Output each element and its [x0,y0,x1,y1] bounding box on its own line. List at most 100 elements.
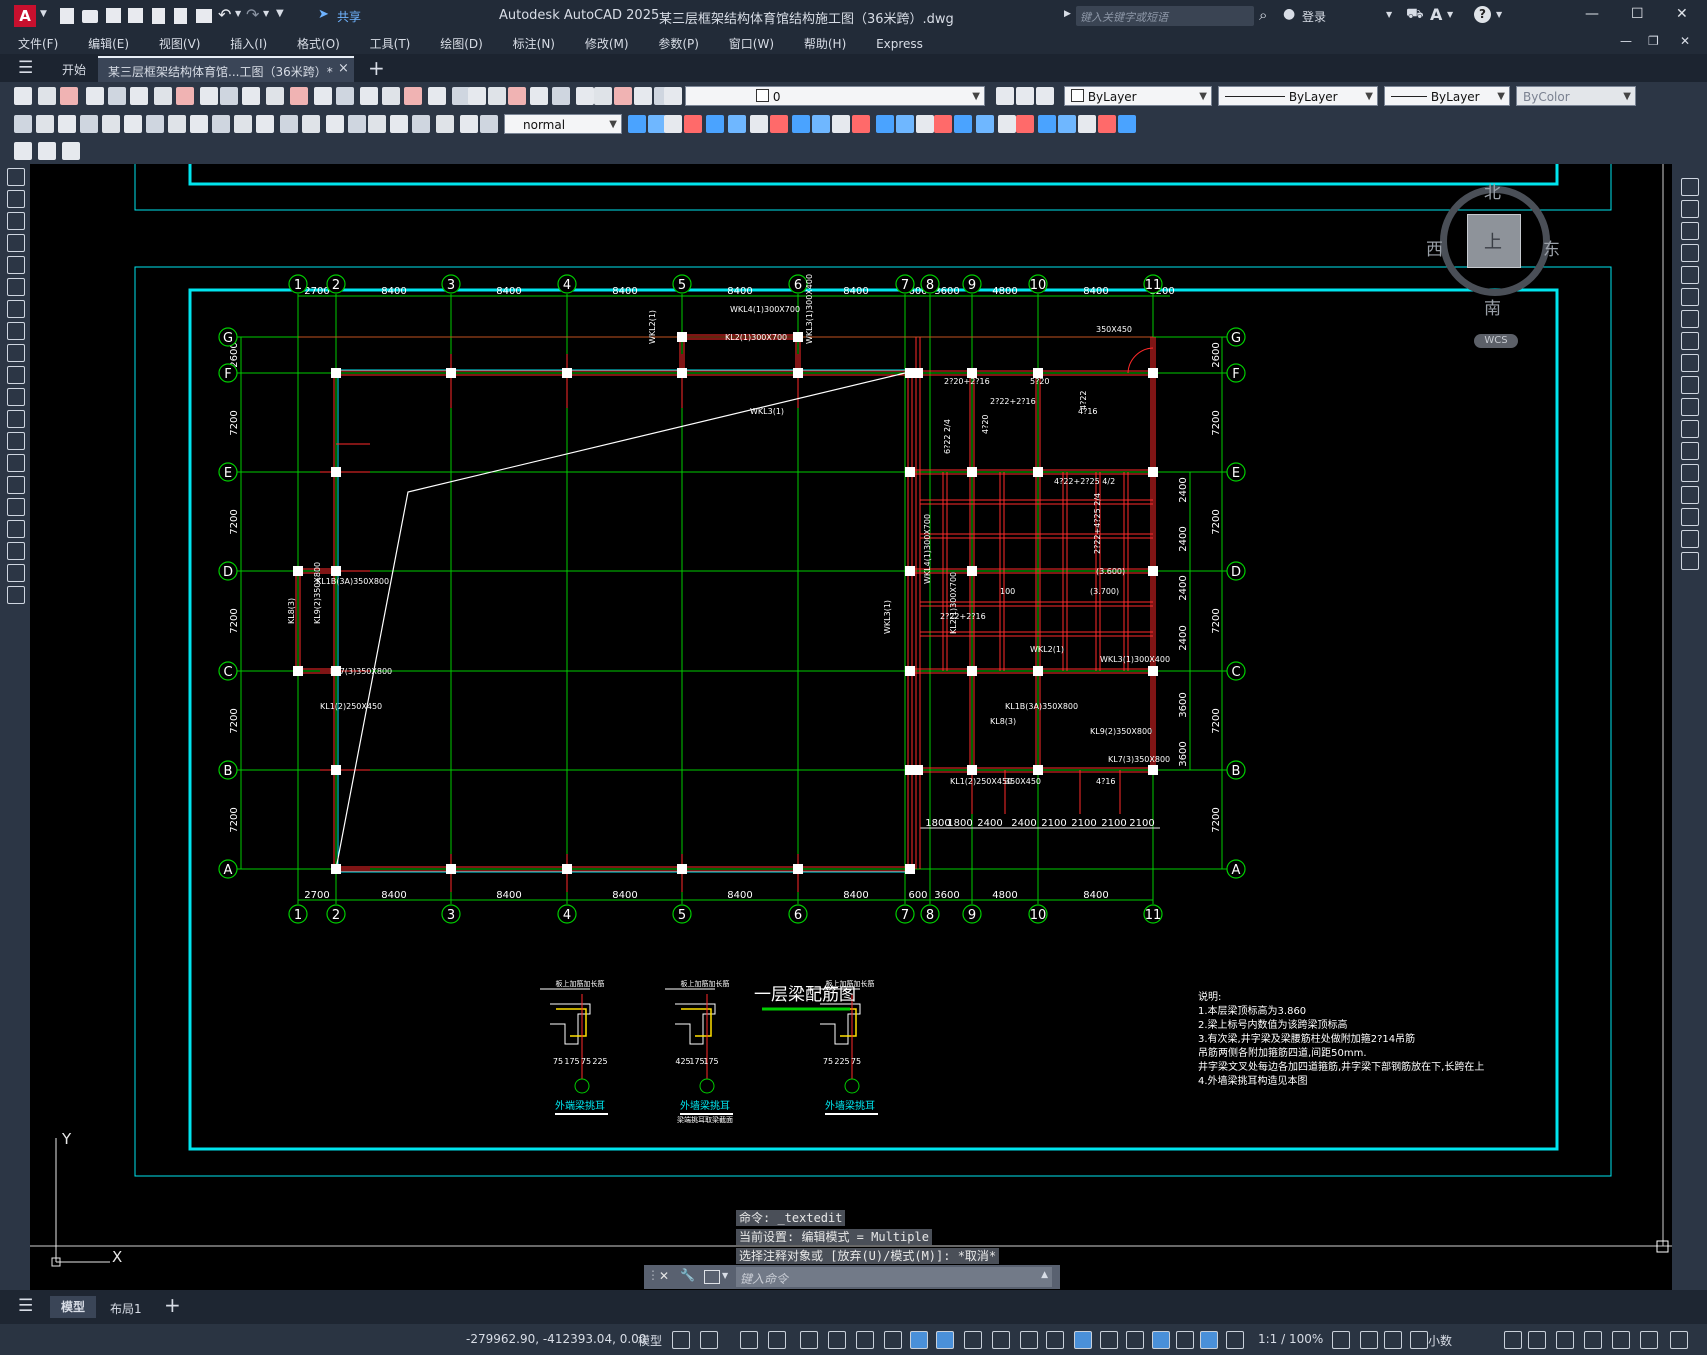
modify-tool-icon-7[interactable] [750,115,768,133]
command-expand-icon[interactable]: ▲ [1041,1270,1048,1280]
dimension-tool-icon-14[interactable] [302,115,320,133]
draw-tool-icon-11[interactable] [7,388,25,406]
modify-tool-icon-8[interactable] [770,115,788,133]
command-close-icon[interactable]: ✕ [659,1269,669,1283]
standard-tool-icon-11[interactable] [242,87,260,105]
standard-tool-icon-26[interactable] [576,87,594,105]
redo-dropdown-icon[interactable]: ▼ [263,9,269,18]
units-dropdown[interactable]: 小数 [1428,1332,1452,1349]
draw-tool-icon-2[interactable] [7,190,25,208]
status-toggle-icon-2[interactable] [700,1331,718,1349]
status-toggle-icon-31[interactable] [1640,1331,1658,1349]
standard-tool-icon-6[interactable] [130,87,148,105]
standard-tool-icon-21[interactable] [468,87,486,105]
menu-tools[interactable]: 工具(T) [370,35,411,52]
modify-tool-icon-9[interactable] [1681,354,1699,372]
status-toggle-icon-16[interactable] [1100,1331,1118,1349]
dimension-tool-icon-3[interactable] [58,115,76,133]
status-toggle-icon-7[interactable] [856,1331,874,1349]
standard-tool-icon-27[interactable] [594,87,612,105]
modify-tool-icon-13[interactable] [876,115,894,133]
menu-window[interactable]: 窗口(W) [729,35,774,52]
undo-icon[interactable]: ↶ [218,5,231,24]
modify-tool-icon-12[interactable] [1681,420,1699,438]
status-toggle-icon-1[interactable] [672,1331,690,1349]
standard-tool-icon-29[interactable] [634,87,652,105]
dimension-tool-icon-4[interactable] [80,115,98,133]
color-dropdown[interactable]: ByLayer ▼ [1064,86,1212,106]
status-toggle-icon-9[interactable] [910,1331,928,1349]
user-icon[interactable]: ● [1283,6,1295,22]
modify-tool-icon-23[interactable] [1078,115,1096,133]
modify-tool-icon-5[interactable] [706,115,724,133]
status-toggle-icon-14[interactable] [1046,1331,1064,1349]
standard-tool-icon-28[interactable] [614,87,632,105]
modify-tool-icon-6[interactable] [728,115,746,133]
dimension-tool-icon-11[interactable] [234,115,252,133]
layer-tool-icon-2[interactable] [1016,87,1034,105]
doc-restore-icon[interactable]: ❐ [1648,34,1659,48]
app-store-dropdown-icon[interactable]: ▼ [1447,10,1453,19]
status-toggle-icon-12[interactable] [992,1331,1010,1349]
status-toggle-icon-27[interactable] [1528,1331,1546,1349]
menu-help[interactable]: 帮助(H) [804,35,846,52]
redo-icon[interactable]: ↷ [246,5,259,24]
draw-tool-icon-18[interactable] [7,542,25,560]
cart-icon[interactable]: ⛟ [1406,6,1424,24]
status-toggle-icon-19[interactable] [1176,1331,1194,1349]
status-toggle-icon-4[interactable] [768,1331,786,1349]
draw-tool-icon-7[interactable] [7,300,25,318]
tab-model[interactable]: 模型 [50,1296,96,1318]
menu-parametric[interactable]: 参数(P) [658,35,699,52]
dimension-tool-icon-13[interactable] [280,115,298,133]
status-toggle-icon-28[interactable] [1556,1331,1574,1349]
command-recent-dropdown-icon[interactable]: ▼ [722,1271,728,1280]
modify-tool-icon-8[interactable] [1681,332,1699,350]
modify-tool-icon-18[interactable] [1681,552,1699,570]
dimension-tool-icon-18[interactable] [390,115,408,133]
draw-tool-icon-10[interactable] [7,366,25,384]
draw-tool-icon-12[interactable] [7,410,25,428]
dimension-tool-icon-7[interactable] [146,115,164,133]
standard-tool-icon-8[interactable] [176,87,194,105]
search-icon[interactable]: ⌕ [1259,6,1267,24]
standard-tool-icon-4[interactable] [86,87,104,105]
customize-qat-icon[interactable]: ▼ [276,8,284,19]
viewcube-top-face[interactable]: 上 [1467,214,1521,268]
standard-tool-icon-24[interactable] [530,87,548,105]
toolbar-3-icon-3[interactable] [62,142,80,160]
draw-tool-icon-14[interactable] [7,454,25,472]
modify-tool-icon-4[interactable] [684,115,702,133]
draw-tool-icon-17[interactable] [7,520,25,538]
standard-tool-icon-16[interactable] [360,87,378,105]
command-grip-icon[interactable]: ⋮ [647,1268,659,1282]
modify-tool-icon-18[interactable] [976,115,994,133]
standard-tool-icon-25[interactable] [552,87,570,105]
menu-express[interactable]: Express [876,37,923,51]
draw-tool-icon-1[interactable] [7,168,25,186]
standard-tool-icon-22[interactable] [488,87,506,105]
draw-tool-icon-15[interactable] [7,476,25,494]
layer-tool-icon-3[interactable] [1036,87,1054,105]
status-toggle-icon-23[interactable] [1360,1331,1378,1349]
dimension-tool-icon-12[interactable] [256,115,274,133]
modify-tool-icon-3[interactable] [664,115,682,133]
plotstyle-dropdown[interactable]: ByColor ▼ [1516,86,1636,106]
autocad-logo-icon[interactable]: A [14,5,36,27]
share-button[interactable]: 共享 [337,8,361,25]
layer-dropdown[interactable]: 0 ▼ [685,86,985,106]
new-tab-icon[interactable]: + [368,56,385,80]
modify-tool-icon-21[interactable] [1038,115,1056,133]
draw-tool-icon-13[interactable] [7,432,25,450]
dimension-tool-icon-6[interactable] [124,115,142,133]
status-toggle-icon-10[interactable] [936,1331,954,1349]
save-web-icon[interactable] [174,8,187,24]
viewcube-south[interactable]: 南 [1484,294,1501,319]
dimension-tool-icon-2[interactable] [36,115,54,133]
app-menu-chevron-icon[interactable]: ▼ [40,9,47,19]
status-toggle-icon-17[interactable] [1126,1331,1144,1349]
draw-tool-icon-8[interactable] [7,322,25,340]
maximize-icon[interactable]: ☐ [1631,6,1644,22]
command-line[interactable]: ⋮ ✕ 🔧 ▼ 键入命令 ▲ [644,1265,1060,1289]
status-toggle-icon-25[interactable] [1410,1331,1428,1349]
